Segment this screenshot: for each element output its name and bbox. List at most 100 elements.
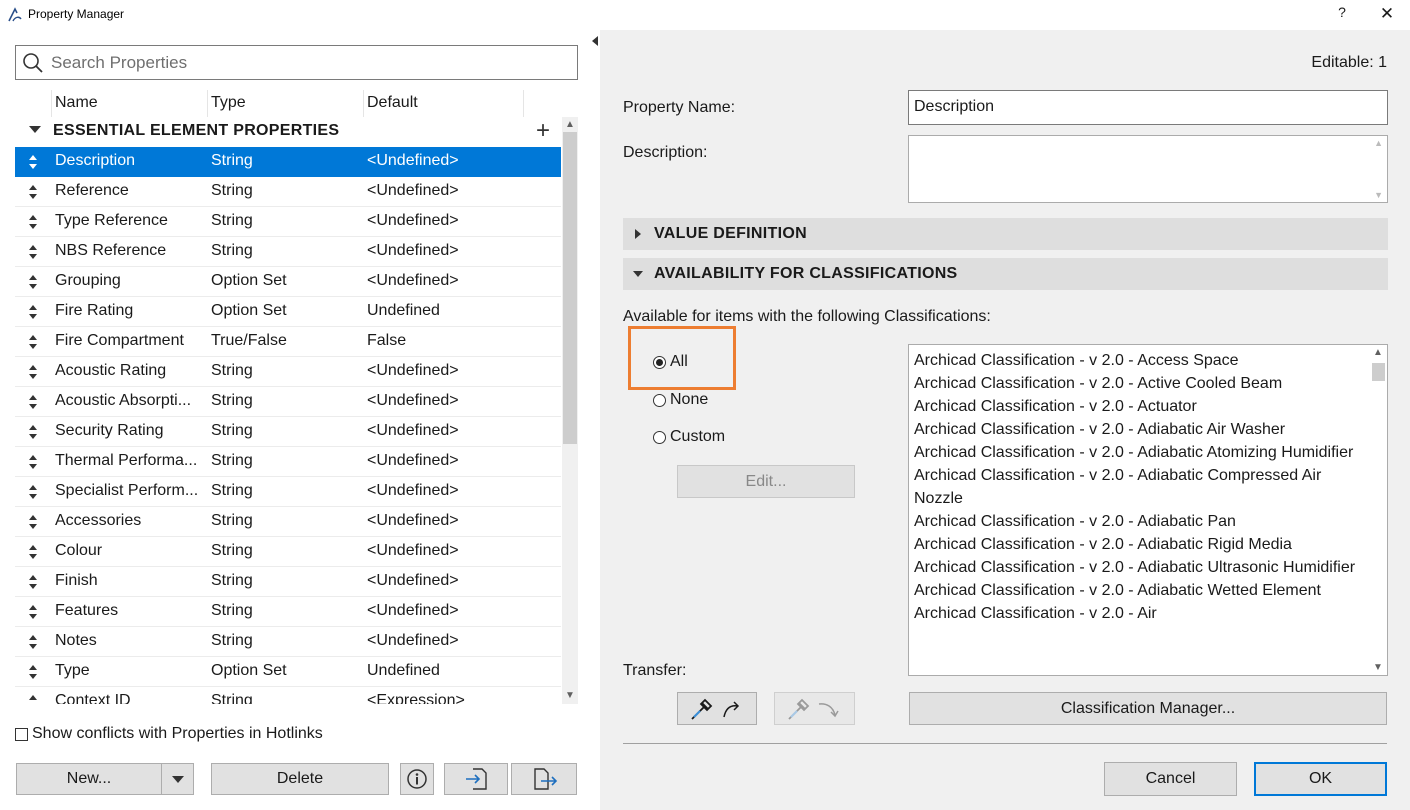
table-row[interactable]: Thermal Performa... String <Undefined> [15, 447, 561, 477]
table-row[interactable]: Acoustic Absorpti... String <Undefined> [15, 387, 561, 417]
radio-button[interactable] [653, 394, 666, 407]
table-row[interactable]: Grouping Option Set <Undefined> [15, 267, 561, 297]
table-row[interactable]: Notes String <Undefined> [15, 627, 561, 657]
classification-list-scrollbar[interactable]: ▲ ▼ [1370, 345, 1387, 675]
list-item[interactable]: Archicad Classification - v 2.0 - Air [914, 602, 1366, 625]
row-default: <Expression> [367, 692, 465, 704]
delete-button[interactable]: Delete [211, 763, 389, 795]
list-item[interactable]: Archicad Classification - v 2.0 - Adiaba… [914, 441, 1366, 464]
add-property-button[interactable]: + [533, 117, 553, 145]
description-field[interactable]: ▲ ▼ [908, 135, 1388, 203]
divider [623, 743, 1387, 744]
export-button[interactable] [511, 763, 577, 795]
scroll-thumb[interactable] [563, 132, 577, 444]
reorder-handle-icon[interactable] [28, 664, 38, 680]
column-header-type[interactable]: Type [211, 94, 246, 116]
reorder-handle-icon[interactable] [28, 304, 38, 320]
list-item[interactable]: Archicad Classification - v 2.0 - Adiaba… [914, 556, 1366, 579]
row-name: Acoustic Absorpti... [55, 392, 192, 409]
reorder-handle-icon[interactable] [28, 154, 38, 170]
transfer-pick-up-button[interactable] [677, 692, 757, 725]
table-row[interactable]: Description String <Undefined> [15, 147, 561, 177]
table-row[interactable]: Features String <Undefined> [15, 597, 561, 627]
reorder-handle-icon[interactable] [28, 244, 38, 260]
property-list-scrollbar[interactable]: ▲ ▼ [562, 117, 578, 704]
list-item[interactable]: Archicad Classification - v 2.0 - Adiaba… [914, 579, 1366, 602]
reorder-handle-icon[interactable] [28, 364, 38, 380]
list-item[interactable]: Archicad Classification - v 2.0 - Actuat… [914, 395, 1366, 418]
info-button[interactable] [400, 763, 434, 795]
reorder-handle-icon[interactable] [28, 214, 38, 230]
reorder-handle-icon[interactable] [28, 544, 38, 560]
reorder-handle-icon[interactable] [28, 454, 38, 470]
group-row-essential[interactable]: ESSENTIAL ELEMENT PROPERTIES + [15, 117, 561, 147]
row-name: NBS Reference [55, 242, 167, 259]
archicad-logo-icon [8, 7, 22, 22]
new-button[interactable]: New... [16, 763, 162, 795]
ok-button[interactable]: OK [1254, 762, 1387, 796]
reorder-handle-icon[interactable] [28, 484, 38, 500]
transfer-inject-button[interactable] [774, 692, 855, 725]
expand-triangle-icon[interactable] [29, 126, 41, 133]
classification-list[interactable]: Archicad Classification - v 2.0 - Access… [908, 344, 1388, 676]
table-row[interactable]: Reference String <Undefined> [15, 177, 561, 207]
reorder-handle-icon[interactable] [28, 694, 38, 704]
table-row[interactable]: Type Option Set Undefined [15, 657, 561, 687]
reorder-handle-icon[interactable] [28, 184, 38, 200]
reorder-handle-icon[interactable] [28, 634, 38, 650]
classification-manager-button[interactable]: Classification Manager... [909, 692, 1387, 725]
row-default: <Undefined> [367, 422, 459, 439]
reorder-handle-icon[interactable] [28, 514, 38, 530]
reorder-handle-icon[interactable] [28, 274, 38, 290]
table-row[interactable]: Accessories String <Undefined> [15, 507, 561, 537]
row-name: Security Rating [55, 422, 164, 439]
list-item[interactable]: Archicad Classification - v 2.0 - Active… [914, 372, 1366, 395]
radio-button[interactable] [653, 431, 666, 444]
table-row[interactable]: Colour String <Undefined> [15, 537, 561, 567]
radio-button-selected[interactable] [653, 356, 666, 369]
reorder-handle-icon[interactable] [28, 394, 38, 410]
help-button[interactable]: ? [1332, 4, 1352, 24]
table-row[interactable]: Finish String <Undefined> [15, 567, 561, 597]
table-row[interactable]: Fire Rating Option Set Undefined [15, 297, 561, 327]
scroll-up-icon[interactable]: ▲ [1373, 347, 1383, 358]
new-dropdown-button[interactable] [161, 763, 194, 795]
value-definition-section[interactable]: VALUE DEFINITION [623, 218, 1388, 250]
scroll-up-icon[interactable]: ▲ [564, 119, 576, 131]
show-conflicts-checkbox[interactable] [15, 728, 28, 741]
table-row[interactable]: Type Reference String <Undefined> [15, 207, 561, 237]
table-row[interactable]: Context ID String <Expression> [15, 687, 561, 704]
reorder-handle-icon[interactable] [28, 574, 38, 590]
row-name: Features [55, 602, 119, 619]
table-row[interactable]: Fire Compartment True/False False [15, 327, 561, 357]
transfer-label: Transfer: [623, 662, 687, 679]
classification-items: Archicad Classification - v 2.0 - Access… [914, 349, 1366, 625]
close-button[interactable]: ✕ [1376, 4, 1398, 26]
reorder-handle-icon[interactable] [28, 424, 38, 440]
column-header-name[interactable]: Name [55, 94, 98, 116]
scroll-down-icon[interactable]: ▼ [1373, 662, 1383, 673]
list-item[interactable]: Archicad Classification - v 2.0 - Adiaba… [914, 510, 1366, 533]
list-item[interactable]: Archicad Classification - v 2.0 - Access… [914, 349, 1366, 372]
edit-button[interactable]: Edit... [677, 465, 855, 498]
column-header-default[interactable]: Default [367, 94, 418, 116]
search-input[interactable]: Search Properties [15, 45, 578, 80]
table-row[interactable]: Security Rating String <Undefined> [15, 417, 561, 447]
row-type: String [211, 392, 253, 409]
import-button[interactable] [444, 763, 508, 795]
availability-section[interactable]: AVAILABILITY FOR CLASSIFICATIONS [623, 258, 1388, 290]
property-name-field[interactable]: Description [908, 90, 1388, 125]
list-item[interactable]: Archicad Classification - v 2.0 - Adiaba… [914, 418, 1366, 441]
list-item[interactable]: Archicad Classification - v 2.0 - Adiaba… [914, 464, 1366, 510]
table-row[interactable]: NBS Reference String <Undefined> [15, 237, 561, 267]
reorder-handle-icon[interactable] [28, 604, 38, 620]
list-item[interactable]: Archicad Classification - v 2.0 - Adiaba… [914, 533, 1366, 556]
cancel-button[interactable]: Cancel [1104, 762, 1237, 796]
table-row[interactable]: Acoustic Rating String <Undefined> [15, 357, 561, 387]
scroll-down-icon[interactable]: ▼ [564, 690, 576, 702]
table-row[interactable]: Specialist Perform... String <Undefined> [15, 477, 561, 507]
collapse-panel-icon[interactable] [592, 36, 598, 46]
row-type: String [211, 212, 253, 229]
reorder-handle-icon[interactable] [28, 334, 38, 350]
scroll-thumb[interactable] [1372, 363, 1385, 381]
